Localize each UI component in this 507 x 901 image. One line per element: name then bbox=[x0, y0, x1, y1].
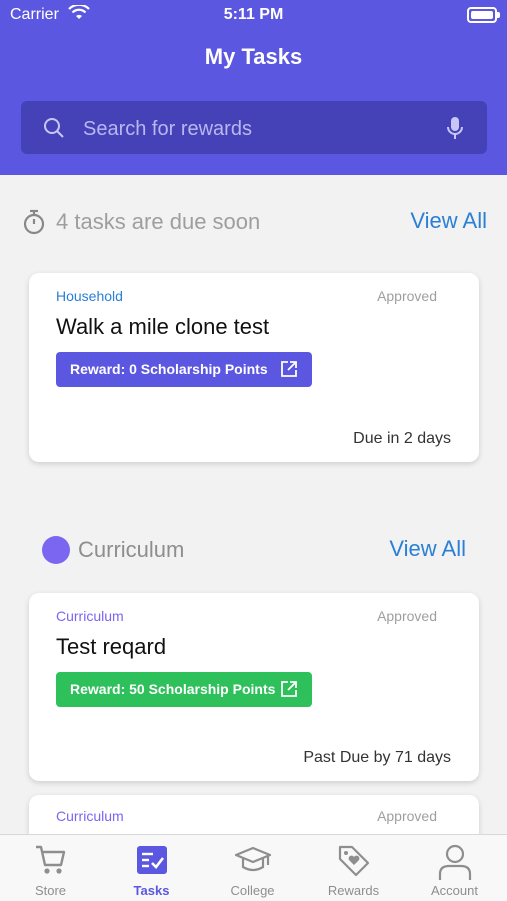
task-category: Curriculum bbox=[56, 608, 124, 624]
tab-account-label: Account bbox=[431, 883, 478, 898]
tab-store-label: Store bbox=[34, 883, 67, 898]
reward-button[interactable]: Reward: 50 Scholarship Points bbox=[56, 672, 312, 707]
view-all-curriculum-link[interactable]: View All bbox=[389, 536, 466, 562]
curriculum-dot-icon bbox=[42, 536, 70, 564]
due-soon-text: 4 tasks are due soon bbox=[56, 209, 261, 234]
task-title: Walk a mile clone test bbox=[56, 314, 270, 339]
task-category: Curriculum bbox=[56, 808, 124, 824]
curriculum-label: Curriculum bbox=[78, 537, 185, 562]
tab-rewards[interactable]: Rewards bbox=[303, 835, 404, 901]
curriculum-section-header: Curriculum View All bbox=[42, 534, 466, 568]
search-input[interactable] bbox=[81, 115, 445, 143]
tag-heart-icon bbox=[303, 843, 404, 884]
battery-icon bbox=[467, 7, 500, 23]
tab-bar: Store Tasks College Rewards Account bbox=[0, 834, 507, 901]
tab-rewards-label: Rewards bbox=[327, 883, 380, 898]
task-category: Household bbox=[56, 288, 123, 304]
task-due-text: Due in 2 days bbox=[353, 430, 451, 447]
header: Carrier 5:11 PM My Tasks bbox=[0, 0, 507, 175]
view-all-due-link[interactable]: View All bbox=[410, 208, 487, 234]
status-bar: Carrier 5:11 PM bbox=[0, 0, 507, 30]
tasks-icon bbox=[101, 843, 202, 882]
external-link-icon bbox=[280, 360, 298, 381]
task-title: Test reqard bbox=[56, 634, 167, 659]
stopwatch-icon bbox=[22, 209, 46, 240]
task-status: Approved bbox=[377, 288, 437, 304]
task-status: Approved bbox=[377, 608, 437, 624]
task-card[interactable]: Household Approved Walk a mile clone tes… bbox=[29, 273, 479, 462]
graduation-cap-icon bbox=[202, 843, 303, 882]
tab-college[interactable]: College bbox=[202, 835, 303, 901]
tab-store[interactable]: Store bbox=[0, 835, 101, 901]
reward-label: Reward: 50 Scholarship Points bbox=[70, 681, 276, 697]
reward-label: Reward: 0 Scholarship Points bbox=[70, 361, 268, 377]
search-icon bbox=[43, 117, 65, 144]
person-icon bbox=[404, 843, 505, 886]
cart-icon bbox=[0, 843, 101, 882]
external-link-icon bbox=[280, 680, 298, 701]
task-status: Approved bbox=[377, 808, 437, 824]
tab-tasks-label: Tasks bbox=[133, 883, 170, 898]
page-title: My Tasks bbox=[204, 44, 303, 69]
tab-tasks[interactable]: Tasks bbox=[101, 835, 202, 901]
search-bar[interactable] bbox=[21, 101, 487, 154]
tab-college-label: College bbox=[230, 883, 275, 898]
tab-account[interactable]: Account bbox=[404, 835, 505, 901]
reward-button[interactable]: Reward: 0 Scholarship Points bbox=[56, 352, 312, 387]
task-card[interactable]: Curriculum Approved Test reqard Reward: … bbox=[29, 593, 479, 781]
microphone-icon[interactable] bbox=[447, 116, 463, 145]
due-soon-row: 4 tasks are due soon View All bbox=[22, 205, 487, 239]
task-due-text: Past Due by 71 days bbox=[303, 749, 451, 766]
clock: 5:11 PM bbox=[223, 6, 284, 23]
